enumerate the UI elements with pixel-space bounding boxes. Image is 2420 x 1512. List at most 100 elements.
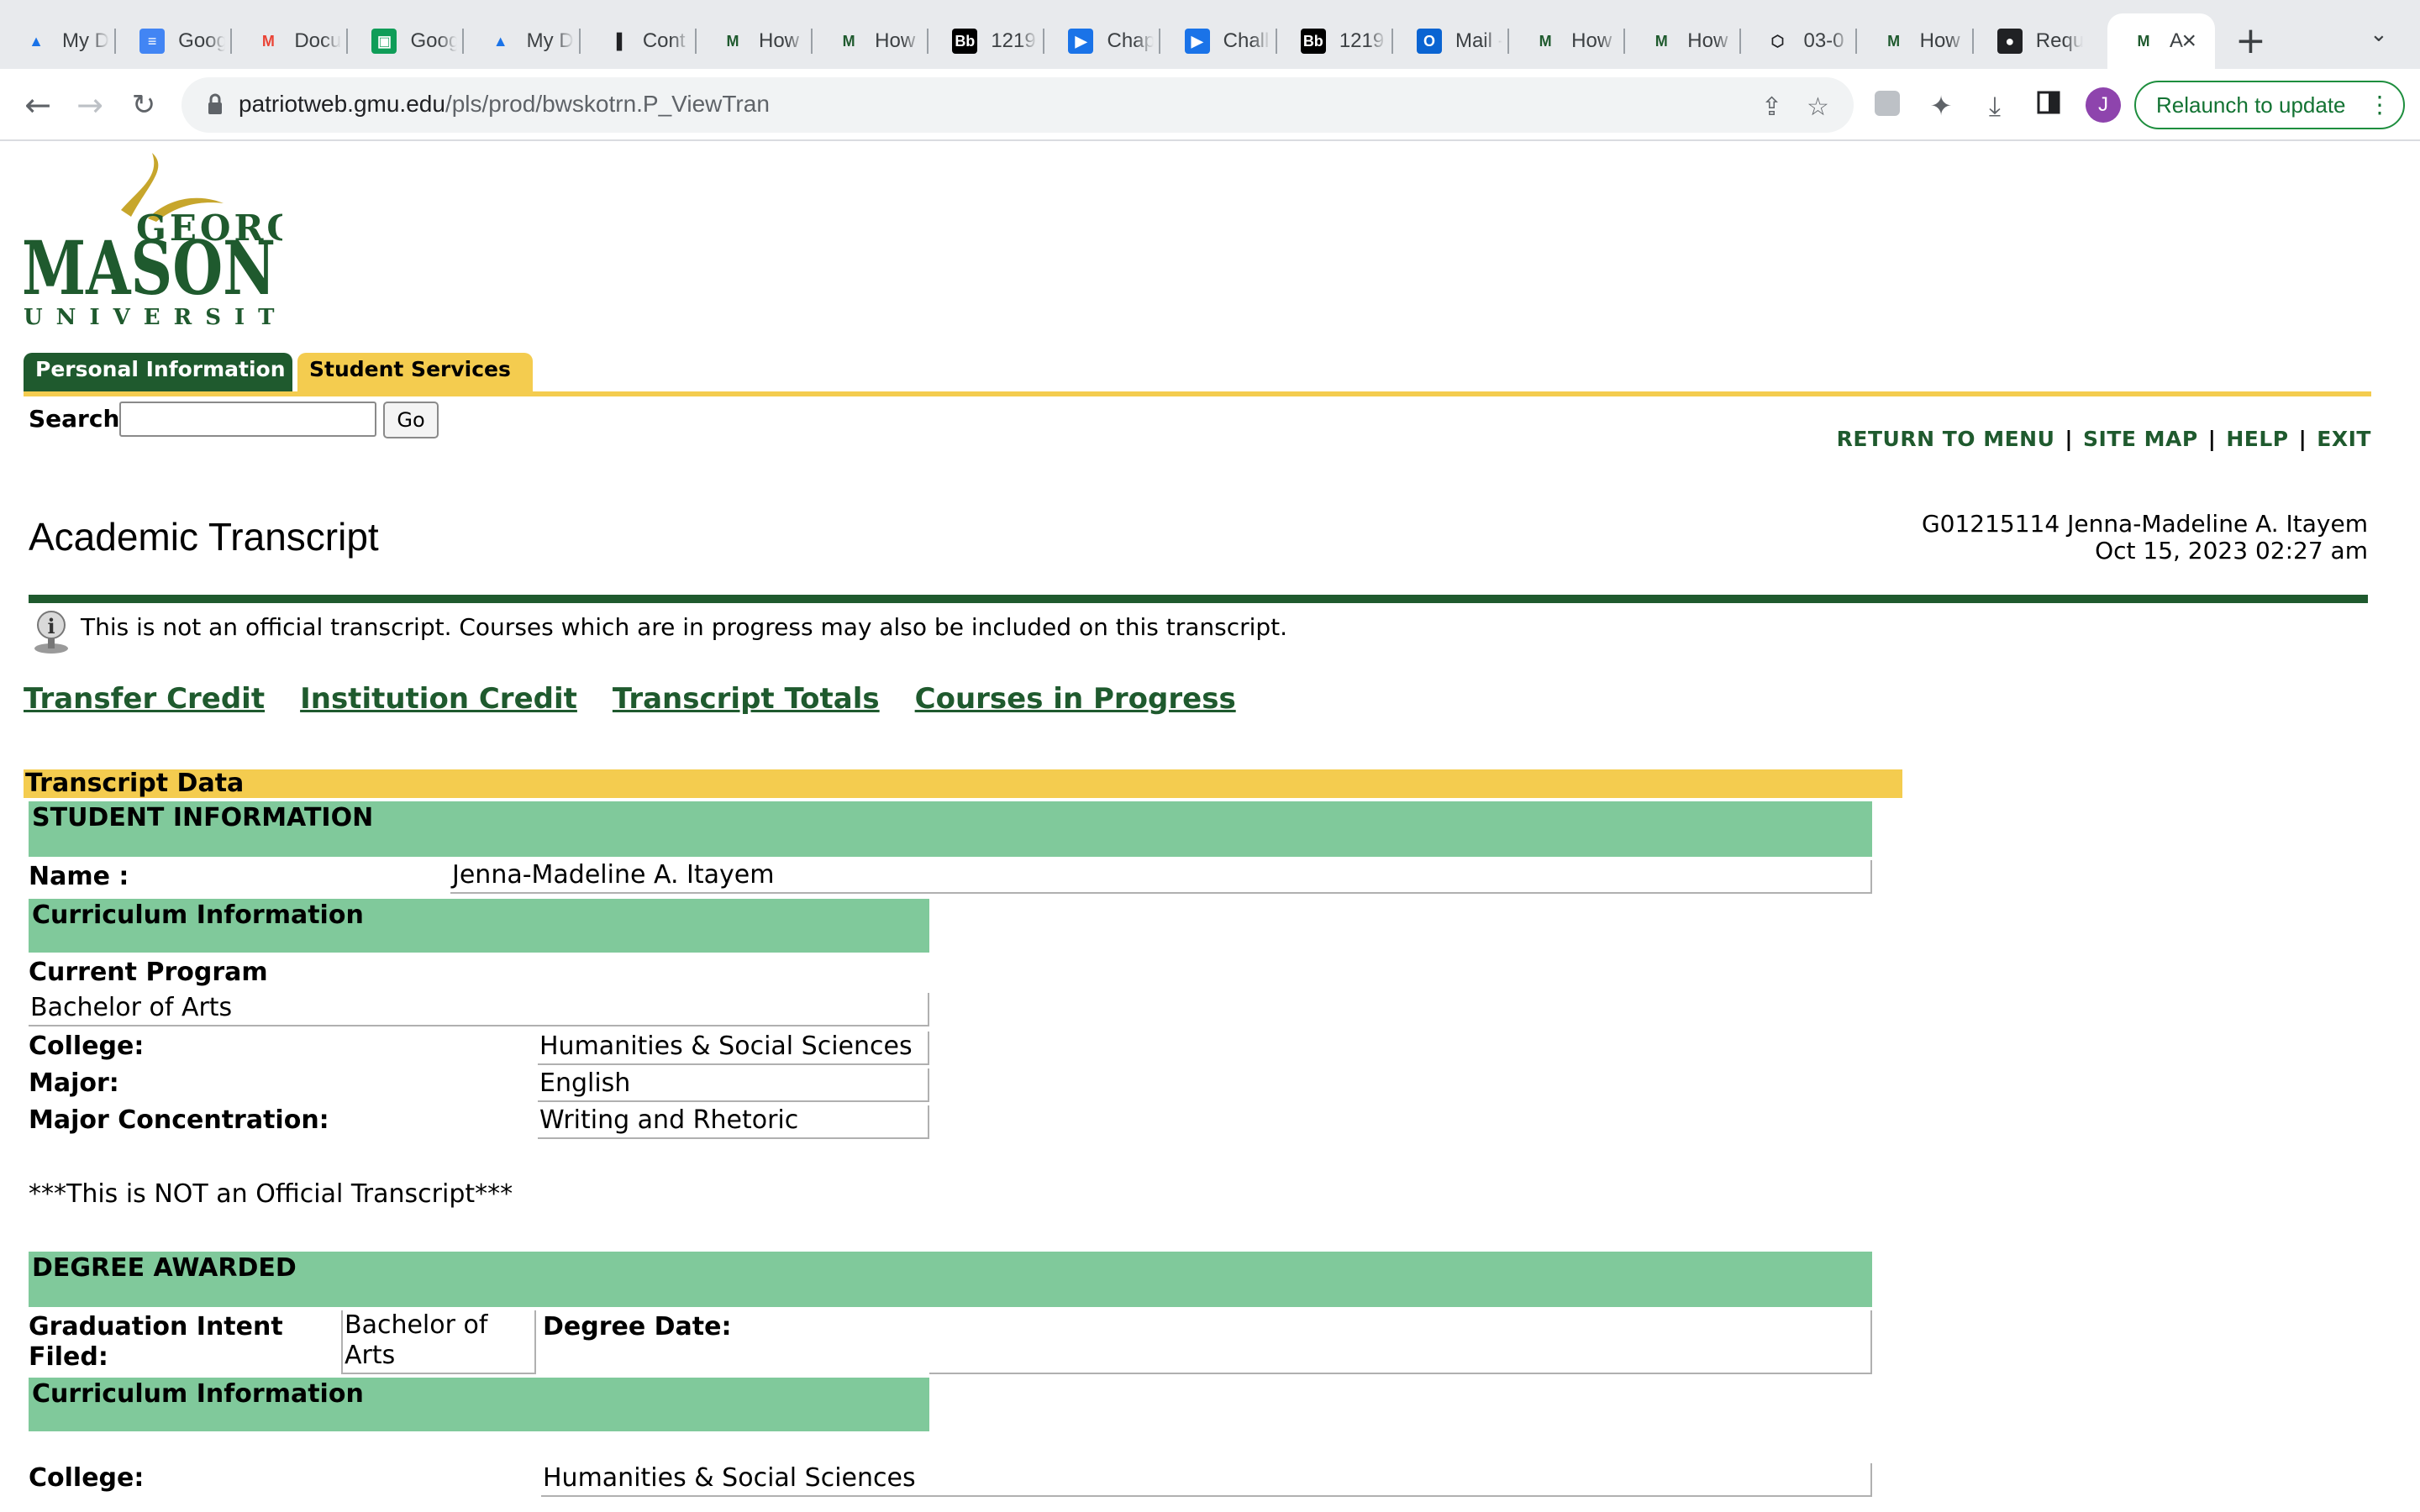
reload-icon[interactable]: ↻ (123, 84, 165, 126)
gmu-icon: M (1655, 32, 1668, 50)
site-map-link[interactable]: SITE MAP (2083, 427, 2198, 451)
bookmark-star-icon[interactable]: ☆ (1807, 92, 1829, 122)
student-id-line: G01215114 Jenna-Madeline A. Itayem (1921, 510, 2368, 538)
section-links: Transfer Credit Institution Credit Transcr… (24, 682, 1271, 716)
side-panel-icon[interactable] (2032, 89, 2065, 123)
curriculum-information-header: Curriculum Information (29, 899, 929, 953)
courses-in-progress-link[interactable]: Courses in Progress (915, 682, 1236, 716)
gmu-icon: M (2137, 32, 2150, 50)
browser-tab[interactable]: O Mail - (1393, 13, 1507, 69)
tab-personal-information[interactable]: Personal Information (24, 353, 292, 391)
transcript-totals-link[interactable]: Transcript Totals (613, 682, 880, 716)
browser-tab[interactable]: Bb 1219 (929, 13, 1043, 69)
graduation-intent-value: Bachelor of Arts (341, 1310, 536, 1374)
browser-tab[interactable]: M How (697, 13, 811, 69)
degree-awarded-header: DEGREE AWARDED (29, 1252, 1872, 1307)
video-icon: ▶ (1184, 29, 1210, 54)
search-input[interactable] (119, 402, 376, 437)
more-menu-icon[interactable]: ⋮ (2368, 82, 2391, 128)
browser-tab[interactable]: ● Requ (1974, 13, 2088, 69)
degree-date-label: Degree Date: (543, 1312, 732, 1341)
return-to-menu-link[interactable]: RETURN TO MENU (1837, 427, 2055, 451)
browser-tab-label: Docu (294, 29, 342, 52)
browser-tab-label: 1219 (991, 29, 1036, 52)
student-information-header: STUDENT INFORMATION (29, 801, 1872, 857)
download-icon[interactable]: ⤓ (1978, 89, 2012, 123)
tab-search-chevron-icon[interactable]: ⌄ (2370, 22, 2388, 47)
browser-tab-label: How (875, 29, 916, 52)
institution-credit-link[interactable]: Institution Credit (300, 682, 577, 716)
student-id-block: G01215114 Jenna-Madeline A. Itayem Oct 1… (1922, 511, 2368, 564)
browser-tab[interactable]: M How (1625, 13, 1739, 69)
major-concentration-value: Writing and Rhetoric (538, 1105, 929, 1139)
back-arrow-icon[interactable]: ← (17, 84, 59, 126)
gold-divider (24, 391, 2371, 396)
name-label: Name : (29, 862, 129, 891)
close-tab-icon[interactable]: × (2181, 27, 2196, 55)
gmu-icon: M (1539, 32, 1552, 50)
college-label-2: College: (29, 1463, 145, 1493)
browser-tab[interactable]: ▶ Chall (1161, 13, 1276, 69)
browser-tab[interactable]: Bb 1219 (1277, 13, 1392, 69)
address-bar[interactable]: patriotweb.gmu.edu/pls/prod/bwskotrn.P_V… (182, 77, 1854, 133)
college-label: College: (29, 1032, 145, 1061)
curriculum-information-header-2: Curriculum Information (29, 1378, 929, 1431)
help-link[interactable]: HELP (2226, 427, 2288, 451)
browser-tab-label: 03-0 (1803, 29, 1844, 52)
browser-tab-label: Chap (1107, 29, 1155, 52)
search-label: Search (29, 405, 120, 433)
share-icon[interactable]: ⇪ (1761, 92, 1782, 122)
browser-tab-label: Chall (1223, 29, 1270, 52)
browser-tab-label: My D (526, 29, 574, 52)
exit-link[interactable]: EXIT (2317, 427, 2371, 451)
transfer-credit-link[interactable]: Transfer Credit (24, 682, 265, 716)
browser-tab-label: Cont (642, 29, 686, 52)
link-separator: | (2207, 427, 2217, 451)
top-links: RETURN TO MENU | SITE MAP | HELP | EXIT (1837, 427, 2371, 451)
browser-tab[interactable]: ≡ Goog (116, 13, 230, 69)
relaunch-button[interactable]: Relaunch to update ⋮ (2134, 81, 2405, 129)
browser-tab[interactable]: ▲ My D (465, 13, 579, 69)
not-official-notice: ***This is NOT an Official Transcript*** (29, 1179, 513, 1209)
video-icon: ▶ (1068, 29, 1094, 54)
browser-tab[interactable]: ⬡ 03-0 (1741, 13, 1855, 69)
new-tab-button[interactable]: + (2235, 20, 2266, 62)
page-title: Academic Transcript (29, 515, 379, 559)
browser-tab-label: Goog (410, 29, 458, 52)
google-drive-icon: ▲ (492, 32, 508, 50)
browser-tab-label: 1219 (1339, 29, 1385, 52)
lock-icon[interactable] (207, 92, 224, 116)
info-icon: i (34, 611, 68, 654)
browser-tab[interactable]: M How (1509, 13, 1623, 69)
google-classroom-icon: ▣ (371, 29, 397, 54)
browser-tab[interactable]: M Docu (232, 13, 346, 69)
browser-tab[interactable]: M How (813, 13, 927, 69)
browser-tab[interactable]: M A × (2107, 13, 2215, 69)
browser-tab-label: Goog (178, 29, 226, 52)
major-value: English (538, 1068, 929, 1102)
browser-tab[interactable]: ▶ Chap (1044, 13, 1159, 69)
codepen-icon: ⬡ (1770, 32, 1785, 50)
browser-tab[interactable]: ▣ Goog (348, 13, 462, 69)
gmu-icon: M (1887, 32, 1901, 50)
browser-tab[interactable]: ▐ Cont (581, 13, 695, 69)
gmail-icon: M (261, 32, 275, 50)
extensions-puzzle-icon[interactable]: ✦ (1924, 89, 1958, 123)
profile-avatar[interactable]: J (2086, 87, 2121, 123)
forward-arrow-icon[interactable]: → (69, 84, 111, 126)
url-text[interactable]: patriotweb.gmu.edu/pls/prod/bwskotrn.P_V… (239, 91, 770, 118)
link-separator: | (2065, 427, 2074, 451)
degree-date-value (929, 1310, 1872, 1374)
current-program-value: Bachelor of Arts (29, 993, 929, 1026)
page-content: GEORGE MASON UNIVERSITY Personal Informa… (0, 143, 2420, 1512)
bar-chart-icon: ▐ (611, 32, 623, 50)
outlook-icon: O (1416, 29, 1442, 54)
tab-student-services[interactable]: Student Services (297, 353, 533, 391)
go-button[interactable]: Go (383, 402, 439, 438)
browser-tab[interactable]: ▲ My D (0, 13, 114, 69)
major-label: Major: (29, 1068, 119, 1098)
github-icon: ● (1996, 29, 2023, 54)
browser-tab[interactable]: M How (1858, 13, 1972, 69)
logo-mason-text: MASON (22, 224, 276, 312)
extension-icon[interactable] (1870, 89, 1904, 123)
